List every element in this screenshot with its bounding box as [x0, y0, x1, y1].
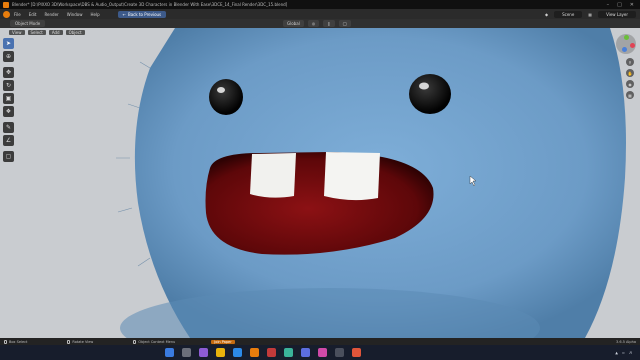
grid-icon[interactable]: ▦: [626, 91, 634, 99]
menu-bar: File Edit Render Window Help ← Back to P…: [0, 9, 640, 19]
app-icon-5[interactable]: [335, 348, 344, 357]
left-tooth: [250, 153, 296, 198]
taskbar-apps: [165, 348, 361, 357]
furry-character-render: [116, 28, 626, 338]
title-bar: Blender* [D:\PIXXO 3D\Workspace\DBS & Au…: [0, 0, 640, 9]
mouse-left-icon: [4, 339, 7, 344]
right-eye-icon: [409, 74, 451, 114]
mode-selector[interactable]: Object Mode: [10, 20, 46, 27]
view-layer-icon: ▦: [588, 11, 593, 17]
pivot-icon[interactable]: ◎: [307, 20, 320, 27]
menu-select[interactable]: Select: [27, 29, 46, 35]
menu-window[interactable]: Window: [67, 12, 83, 17]
menu-file[interactable]: File: [14, 12, 21, 17]
maximize-icon[interactable]: □: [617, 2, 622, 8]
pan-hand-icon[interactable]: ✋: [626, 69, 634, 77]
status-box-select: Box Select: [4, 339, 27, 344]
menu-render[interactable]: Render: [44, 12, 58, 17]
snap-icon[interactable]: ❙: [323, 20, 335, 27]
search-icon[interactable]: [182, 348, 191, 357]
transform-icon[interactable]: ❖: [3, 106, 14, 117]
scene-selector[interactable]: Scene: [554, 10, 583, 18]
file-explorer-icon[interactable]: [216, 348, 225, 357]
menu-edit[interactable]: Edit: [29, 12, 37, 17]
taskbar: ▲ ≈ ♬: [0, 345, 640, 360]
menu-view[interactable]: View: [9, 29, 25, 35]
viewport-menus: View Select Add Object: [0, 28, 640, 36]
version-label: 3.6.5 Alpha: [616, 339, 636, 344]
tool-shelf: ➤ ⊕ ✥ ↻ ▣ ❖ ✎ ∠ ▢: [3, 38, 14, 162]
mouse-middle-icon: [67, 339, 71, 344]
blender-taskbar-icon[interactable]: [250, 348, 259, 357]
menu-object[interactable]: Object: [65, 29, 85, 35]
status-bar: Box Select Rotate View Object Context Me…: [0, 338, 640, 345]
status-context-menu: Object Context Menu: [133, 339, 175, 344]
back-to-previous-button[interactable]: ← Back to Previous: [117, 10, 167, 18]
wifi-icon[interactable]: ≈: [622, 351, 625, 355]
viewport-navigation: ⚲ ✋ ◉ ▦: [626, 58, 634, 99]
cursor-icon[interactable]: ⊕: [3, 51, 14, 62]
status-rotate-view: Rotate View: [67, 339, 93, 344]
app-icon-6[interactable]: [352, 348, 361, 357]
scene-icon: ◆: [545, 11, 549, 17]
proportional-edit-icon[interactable]: ◯: [338, 20, 352, 27]
navigation-gizmo[interactable]: [616, 34, 636, 54]
camera-icon[interactable]: ◉: [626, 80, 634, 88]
volume-icon[interactable]: ♬: [629, 351, 632, 355]
app-icon-1[interactable]: [267, 348, 276, 357]
view-layer-selector[interactable]: View Layer: [598, 10, 636, 18]
annotate-icon[interactable]: ✎: [3, 122, 14, 133]
task-view-icon[interactable]: [199, 348, 208, 357]
back-to-previous-label: Back to Previous: [127, 11, 162, 17]
scale-icon[interactable]: ▣: [3, 93, 14, 104]
network-icon[interactable]: ▲: [615, 351, 618, 355]
browser-icon[interactable]: [233, 348, 242, 357]
z-axis-icon[interactable]: [622, 47, 627, 52]
transform-orientation-selector[interactable]: Global: [283, 20, 304, 27]
x-axis-icon[interactable]: [630, 43, 635, 48]
3d-viewport[interactable]: View Select Add Object ➤ ⊕ ✥ ↻ ▣ ❖ ✎ ∠ ▢…: [0, 28, 640, 338]
minimize-icon[interactable]: –: [607, 2, 610, 8]
app-icon-2[interactable]: [284, 348, 293, 357]
close-icon[interactable]: ✕: [630, 2, 634, 8]
measure-icon[interactable]: ∠: [3, 135, 14, 146]
y-axis-icon[interactable]: [624, 35, 629, 40]
back-arrow-icon: ←: [122, 11, 126, 17]
blender-logo-icon[interactable]: [3, 10, 10, 18]
menu-help[interactable]: Help: [90, 12, 99, 17]
add-cube-icon[interactable]: ▢: [3, 151, 14, 162]
viewport-header: Object Mode Global ◎ ❙ ◯: [0, 19, 640, 28]
left-eye-icon: [209, 79, 243, 115]
status-badge: Join Paper: [211, 339, 235, 344]
blender-app-icon: [3, 1, 9, 8]
select-box-icon[interactable]: ➤: [3, 38, 14, 49]
zoom-icon[interactable]: ⚲: [626, 58, 634, 66]
app-icon-4[interactable]: [318, 348, 327, 357]
mouse-right-icon: [133, 339, 137, 344]
start-icon[interactable]: [165, 348, 174, 357]
menu-add[interactable]: Add: [48, 29, 63, 35]
rotate-icon[interactable]: ↻: [3, 80, 14, 91]
scene-controls: ◆ Scene ▦ View Layer: [545, 10, 640, 18]
move-icon[interactable]: ✥: [3, 67, 14, 78]
window-title: Blender* [D:\PIXXO 3D\Workspace\DBS & Au…: [12, 2, 288, 7]
system-tray: ▲ ≈ ♬: [615, 351, 640, 355]
window-controls: – □ ✕: [607, 2, 640, 8]
transform-controls: Global ◎ ❙ ◯: [283, 20, 352, 27]
right-tooth: [324, 152, 380, 201]
app-icon-3[interactable]: [301, 348, 310, 357]
